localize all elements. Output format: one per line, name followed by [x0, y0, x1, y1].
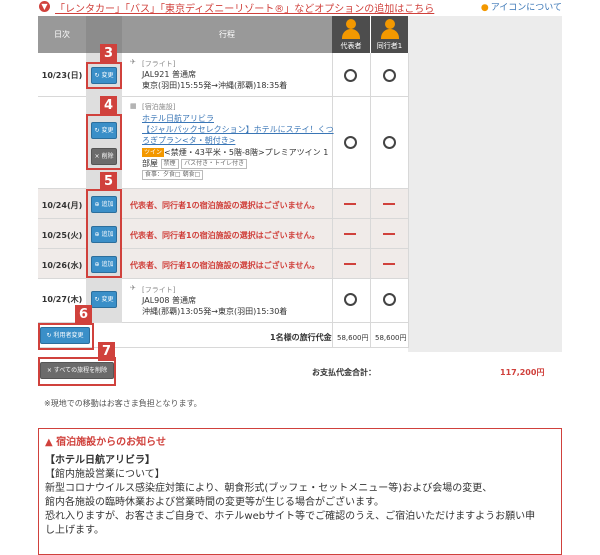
notice-title: ▲ 宿泊施設からのお知らせ [45, 437, 166, 448]
step-badge: 7 [98, 342, 115, 361]
header-date: 日次 [38, 16, 86, 53]
total-row [38, 352, 562, 392]
total-value: 117,200円 [500, 368, 545, 377]
room-info-2: 部屋 禁煙 バス付き・トイレ付き [142, 158, 248, 169]
row-date: 10/23(日) [41, 71, 83, 80]
chevron-down-icon[interactable]: ▼ [39, 1, 50, 12]
no-hotel-message: 代表者、同行者1の宿泊施設の選択はございません。 [130, 201, 320, 210]
price-companion: 58,600円 [375, 334, 407, 342]
meal-info: 食事：夕食□ 朝食□ [142, 170, 204, 180]
plan-type: [宿泊施設] [142, 103, 176, 111]
step-badge: 5 [100, 172, 117, 191]
notice-line: 新型コロナウイルス感染症対策により、朝食形式(ブッフェ・セットメニュー等)および… [45, 483, 493, 494]
plan-type: [フライト] [142, 286, 176, 294]
notice-hotel: 【ホテル日航アリビラ】 [45, 455, 155, 466]
dash-icon [344, 263, 356, 265]
plan-type: [フライト] [142, 60, 176, 68]
circle-icon [383, 293, 396, 306]
notice-line: 館内各施設の臨時休業および営業時間の変更等が生じる場合がございます。 [45, 497, 384, 508]
flight-number: JAL921 普通席 [142, 70, 196, 79]
circle-icon [344, 293, 357, 306]
no-smoking-tag: 禁煙 [160, 158, 179, 169]
step-badge: 3 [100, 44, 117, 63]
meal-tag: 食事：夕食□ 朝食□ [142, 170, 204, 180]
no-hotel-message: 代表者、同行者1の宿泊施設の選択はございません。 [130, 231, 320, 240]
airplane-icon: ✈ [130, 284, 136, 292]
circle-icon [383, 136, 396, 149]
row-date: 10/25(火) [41, 231, 83, 240]
circle-icon [344, 69, 357, 82]
highlight-box [38, 357, 116, 386]
no-hotel-message: 代表者、同行者1の宿泊施設の選択はございません。 [130, 261, 320, 270]
row-date: 10/27(木) [41, 295, 83, 304]
notice-line: 恐れ入りますが、お客さまご自身で、ホテルwebサイト等でご確認のうえ、ご宿泊いた… [45, 511, 536, 522]
header-itinerary: 行程 [122, 16, 332, 53]
notice-line: し上げます。 [45, 525, 104, 536]
dash-icon [344, 233, 356, 235]
circle-icon [344, 136, 357, 149]
note-text: ※現地での移動はお客さま負担となります。 [44, 399, 202, 408]
person-icon: ● [480, 3, 489, 13]
options-link[interactable]: 「レンタカー」「バス」「東京ディズニーリゾート®」などオプションの追加はこちら [55, 0, 434, 15]
hotel-notice: ▲ 宿泊施設からのお知らせ 【ホテル日航アリビラ】 【館内施設営業について】 新… [38, 428, 562, 555]
room-info: ツイン <禁煙・43平米・5階-8階>プレミアツイン 1 [142, 148, 329, 157]
plan-link[interactable]: 【ジャルパックセレクション】ホテルにステイ！くつ [142, 124, 334, 135]
person-icon [346, 19, 356, 29]
bath-tag: バス付き・トイレ付き [181, 158, 248, 169]
highlight-box [86, 62, 122, 89]
twin-badge: ツイン [142, 148, 165, 157]
header-companion: 同行者1 [371, 16, 408, 53]
circle-icon [383, 69, 396, 82]
dash-icon [383, 263, 395, 265]
row-date: 10/26(水) [41, 261, 83, 270]
itinerary-table: 日次 行程 代表者 同行者1 10/23(日) ↻ 変更 ✈ [フライト] JA… [38, 16, 562, 392]
person-icon [384, 19, 395, 29]
highlight-box [86, 114, 122, 170]
hotel-link[interactable]: ホテル日航アリビラ [142, 113, 214, 124]
step-badge: 4 [100, 96, 117, 115]
highlight-box [86, 189, 122, 278]
total-label: お支払代金合計： [312, 368, 376, 377]
per-person-label: 1名様の旅行代金 [270, 333, 332, 342]
step-badge: 6 [75, 305, 92, 324]
dash-icon [383, 203, 395, 205]
flight-route: 東京(羽田)15:55発→沖縄(那覇)18:35着 [142, 81, 288, 90]
dash-icon [383, 233, 395, 235]
highlight-box [38, 323, 94, 350]
airplane-icon: ✈ [130, 58, 136, 66]
notice-line: 【館内施設営業について】 [45, 469, 165, 480]
empty-column-area [408, 16, 562, 372]
price-representative: 58,600円 [337, 334, 369, 342]
dash-icon [344, 203, 356, 205]
options-bar: ▼ 「レンタカー」「バス」「東京ディズニーリゾート®」などオプションの追加はこち… [0, 0, 600, 15]
flight-number: JAL908 普通席 [142, 296, 196, 305]
warning-icon: ▲ [45, 437, 57, 448]
icon-help-link[interactable]: ● アイコンについて [481, 0, 562, 13]
header-representative: 代表者 [332, 16, 370, 53]
plan-link-2[interactable]: ろぎプラン<タ・朝付き> [142, 135, 235, 146]
change-button[interactable]: ↻ 変更 [91, 291, 117, 308]
flight-route: 沖縄(那覇)13:05発→東京(羽田)15:30着 [142, 307, 288, 316]
building-icon: ▦ [130, 102, 137, 110]
row-date: 10/24(月) [41, 201, 83, 210]
